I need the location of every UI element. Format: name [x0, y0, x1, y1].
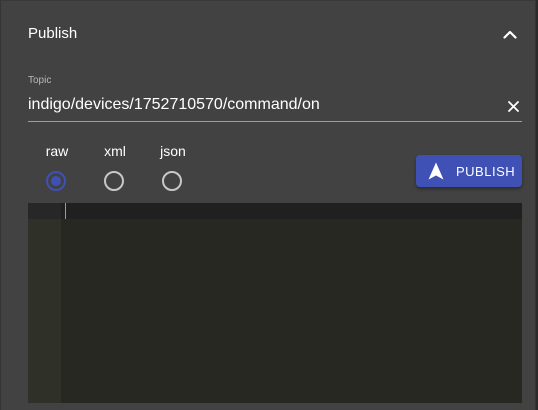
chevron-up-icon: [503, 30, 517, 39]
topic-input[interactable]: [28, 94, 493, 116]
publish-button-label: PUBLISH: [456, 163, 516, 179]
panel-header[interactable]: Publish: [1, 1, 537, 65]
clear-topic-button[interactable]: [504, 97, 522, 115]
topic-label: Topic: [28, 75, 52, 86]
editor-active-line: [28, 203, 522, 219]
format-label-xml: xml: [104, 143, 126, 159]
editor-gutter: [28, 203, 61, 403]
publish-button[interactable]: PUBLISH: [416, 155, 522, 187]
close-icon: [507, 100, 519, 112]
format-radio-xml[interactable]: [104, 171, 124, 191]
editor-active-gutter: [28, 203, 61, 219]
publish-panel: Publish Topic raw xml json PUBLISH: [0, 0, 536, 410]
panel-title: Publish: [28, 25, 78, 42]
editor-cursor: [65, 203, 66, 219]
format-label-raw: raw: [45, 143, 69, 159]
format-label-json: json: [160, 143, 186, 159]
message-editor[interactable]: [28, 203, 522, 403]
format-radio-json[interactable]: [162, 171, 182, 191]
collapse-button[interactable]: [497, 21, 523, 47]
navigation-arrow-icon: [428, 162, 444, 180]
format-radio-raw[interactable]: [46, 171, 66, 191]
topic-underline: [28, 121, 522, 122]
